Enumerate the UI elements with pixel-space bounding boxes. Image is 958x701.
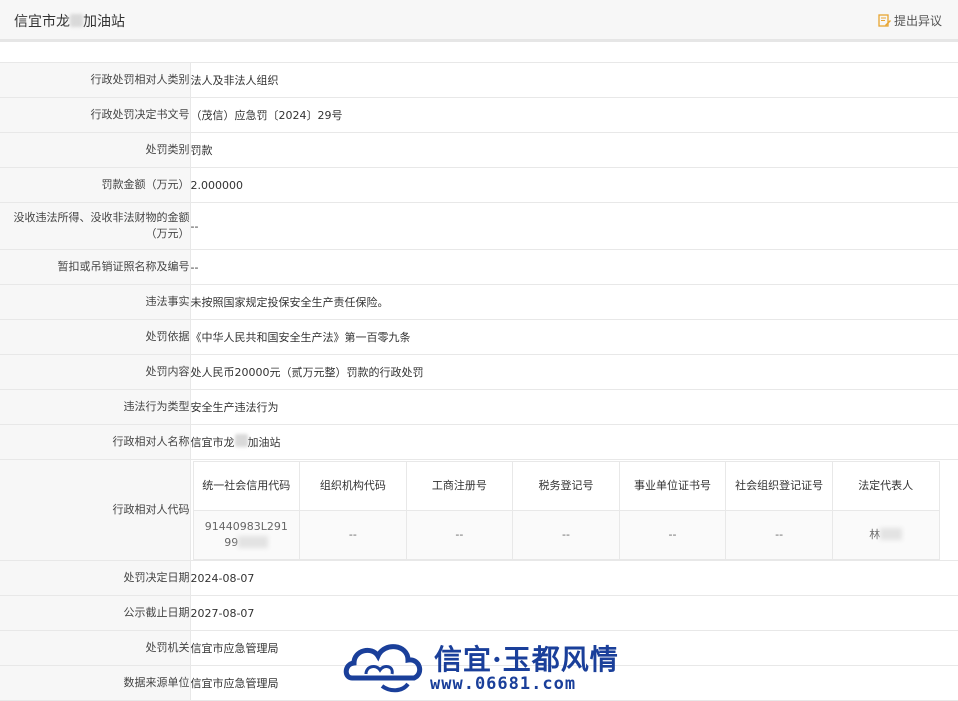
table-row: 处罚决定日期 2024-08-07 (0, 560, 958, 596)
credit-code-cell: 91440983L291 99 (192, 509, 301, 560)
code-table-row: 91440983L291 99 -- -- -- -- -- 林 (192, 509, 940, 560)
row-label: 处罚类别 (0, 132, 190, 168)
row-label: 数据来源单位 (0, 665, 190, 701)
table-row: 处罚依据 《中华人民共和国安全生产法》第一百零九条 (0, 319, 958, 355)
penalty-detail-table: 行政处罚相对人类别 法人及非法人组织 行政处罚决定书文号 （茂信）应急罚〔2024〕… (0, 62, 958, 701)
page-header: 信宜市龙 加油站 提出异议 (0, 0, 958, 42)
table-row: 行政处罚相对人类别 法人及非法人组织 (0, 62, 958, 98)
row-value: 法人及非法人组织 (189, 62, 958, 98)
row-label: 暂扣或吊销证照名称及编号 (0, 249, 190, 285)
objection-label: 提出异议 (893, 14, 942, 28)
row-value: 信宜市龙 加油站 (189, 424, 958, 460)
redacted-mark (880, 527, 903, 540)
table-row: 行政相对人代码 统一社会信用代码 组织机构代码 工商注册号 税务登记号 事业单位… (0, 459, 958, 561)
row-label: 罚款金额（万元） (0, 167, 190, 203)
header-cell: 社会组织登记证号 (725, 460, 833, 511)
table-row: 处罚内容 处人民币20000元（贰万元整）罚款的行政处罚 (0, 354, 958, 390)
table-row: 暂扣或吊销证照名称及编号 -- (0, 249, 958, 285)
table-row: 处罚类别 罚款 (0, 132, 958, 168)
row-value: 未按照国家规定投保安全生产责任保险。 (189, 284, 958, 320)
value-cell: -- (299, 509, 407, 560)
row-label: 处罚机关 (0, 630, 190, 666)
row-value: 罚款 (189, 132, 958, 168)
row-value: -- (189, 249, 958, 285)
code-table: 统一社会信用代码 组织机构代码 工商注册号 税务登记号 事业单位证书号 社会组织… (192, 460, 940, 560)
objection-button[interactable]: 提出异议 (878, 12, 942, 29)
row-label: 公示截止日期 (0, 595, 190, 631)
table-row: 违法事实 未按照国家规定投保安全生产责任保险。 (0, 284, 958, 320)
redacted-mark (70, 14, 83, 27)
header-cell: 事业单位证书号 (618, 460, 727, 511)
watermark: 信宜·玉都风情 www.06681.com (342, 632, 622, 698)
redacted-mark (238, 535, 269, 548)
row-label: 行政处罚决定书文号 (0, 97, 190, 133)
row-value: 2024-08-07 (189, 560, 958, 596)
code-table-header: 统一社会信用代码 组织机构代码 工商注册号 税务登记号 事业单位证书号 社会组织… (192, 460, 940, 511)
row-label: 没收违法所得、没收非法财物的金额（万元） (0, 202, 190, 250)
edit-document-icon (878, 14, 891, 27)
row-value: （茂信）应急罚〔2024〕29号 (189, 97, 958, 133)
code-table-cell: 统一社会信用代码 组织机构代码 工商注册号 税务登记号 事业单位证书号 社会组织… (189, 459, 958, 561)
table-row: 行政相对人名称 信宜市龙 加油站 (0, 424, 958, 460)
row-value: 处人民币20000元（贰万元整）罚款的行政处罚 (189, 354, 958, 390)
header-cell: 法定代表人 (831, 460, 940, 511)
table-row: 罚款金额（万元） 2.000000 (0, 167, 958, 203)
row-value: 2027-08-07 (189, 595, 958, 631)
row-value: -- (189, 202, 958, 250)
value-cell: -- (405, 509, 514, 560)
watermark-title: 信宜·玉都风情 (434, 643, 619, 676)
row-value: 2.000000 (189, 167, 958, 203)
row-label: 处罚内容 (0, 354, 190, 390)
row-label: 行政处罚相对人类别 (0, 62, 190, 98)
header-cell: 统一社会信用代码 (192, 460, 301, 511)
row-value: 《中华人民共和国安全生产法》第一百零九条 (189, 319, 958, 355)
value-cell: -- (512, 509, 620, 560)
cloud-logo-icon (343, 644, 423, 693)
row-label: 处罚依据 (0, 319, 190, 355)
page-title: 信宜市龙 加油站 (14, 14, 125, 30)
watermark-url: www.06681.com (430, 674, 577, 694)
header-cell: 税务登记号 (512, 460, 620, 511)
value-cell: -- (725, 509, 833, 560)
legal-rep-cell: 林 (831, 509, 940, 560)
table-row: 行政处罚决定书文号 （茂信）应急罚〔2024〕29号 (0, 97, 958, 133)
redacted-mark (234, 434, 248, 447)
row-label: 行政相对人名称 (0, 424, 190, 460)
header-cell: 组织机构代码 (299, 460, 407, 511)
value-cell: -- (618, 509, 727, 560)
row-label: 行政相对人代码 (0, 459, 190, 561)
row-value: 安全生产违法行为 (189, 389, 958, 425)
row-label: 违法行为类型 (0, 389, 190, 425)
table-row: 公示截止日期 2027-08-07 (0, 595, 958, 631)
table-row: 违法行为类型 安全生产违法行为 (0, 389, 958, 425)
table-row: 没收违法所得、没收非法财物的金额（万元） -- (0, 202, 958, 250)
row-label: 违法事实 (0, 284, 190, 320)
row-label: 处罚决定日期 (0, 560, 190, 596)
header-cell: 工商注册号 (405, 460, 514, 511)
